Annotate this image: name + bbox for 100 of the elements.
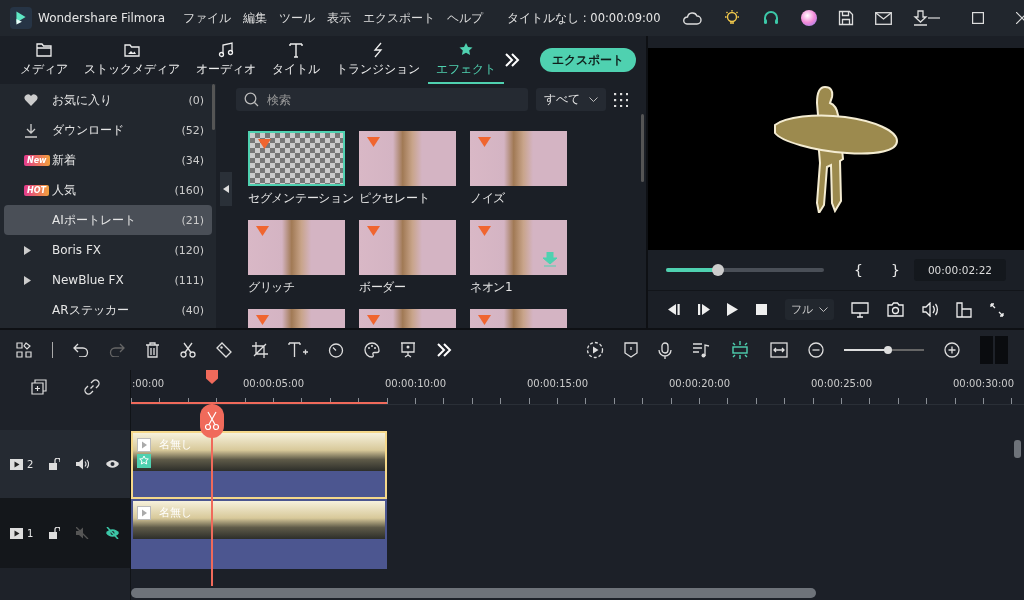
eye-icon[interactable] xyxy=(105,458,120,470)
tab[interactable]: オーディオ xyxy=(188,36,264,84)
lock-icon[interactable] xyxy=(49,527,61,539)
volume-icon[interactable] xyxy=(921,302,939,317)
diamond-icon xyxy=(478,137,491,147)
muted-speaker-icon[interactable] xyxy=(76,527,90,539)
clip-title: 名無し xyxy=(159,437,192,452)
collapse-panel-button[interactable] xyxy=(220,172,232,206)
cloud-icon[interactable] xyxy=(682,11,703,25)
sidebar-item[interactable]: ARステッカー (40) xyxy=(4,295,212,325)
mark-out-button[interactable]: } xyxy=(891,262,900,278)
menu-item[interactable]: ヘルプ xyxy=(447,10,484,26)
tag-icon[interactable] xyxy=(216,342,232,358)
link-icon[interactable] xyxy=(83,379,100,395)
effect-name: セグメンテーション xyxy=(248,190,354,207)
speaker-icon[interactable] xyxy=(76,458,90,470)
double-chevron-icon[interactable] xyxy=(436,343,452,357)
save-icon[interactable] xyxy=(838,10,855,26)
render-preview-icon[interactable] xyxy=(586,341,604,359)
clip-title: 名無し xyxy=(159,505,192,520)
next-frame-icon[interactable] xyxy=(697,304,710,315)
double-chevron-icon[interactable] xyxy=(504,53,520,67)
display-icon[interactable] xyxy=(851,301,870,318)
menu-item[interactable]: エクスポート xyxy=(363,10,436,26)
filter-dropdown[interactable]: すべて xyxy=(536,88,606,111)
effect-thumbnail[interactable] xyxy=(359,131,456,186)
download-icon[interactable] xyxy=(913,10,929,26)
expand-arrow-icon[interactable] xyxy=(24,245,31,255)
effect-thumbnail[interactable] xyxy=(470,131,567,186)
playhead-marker[interactable] xyxy=(206,370,218,384)
sidebar-item[interactable]: NewBlue FX (111) xyxy=(4,265,212,295)
sidebar-item[interactable]: HOT 人気 (160) xyxy=(4,175,212,205)
category-label: ARステッカー xyxy=(52,301,130,319)
trash-icon[interactable] xyxy=(145,342,160,358)
hidden-eye-icon[interactable] xyxy=(105,527,120,539)
scrollbar[interactable] xyxy=(641,114,645,182)
tab[interactable]: ストックメディア xyxy=(76,36,188,84)
diamond-icon xyxy=(367,226,380,236)
mail-icon[interactable] xyxy=(875,11,893,25)
speed-icon[interactable] xyxy=(328,342,344,358)
zoom-out-icon[interactable] xyxy=(808,342,824,358)
sidebar-item[interactable]: Boris FX (120) xyxy=(4,235,212,265)
sidebar-item[interactable]: AIポートレート (21) xyxy=(4,205,212,235)
fullscreen-icon[interactable] xyxy=(990,302,1004,317)
scrollbar[interactable] xyxy=(212,84,215,130)
layout-icon[interactable] xyxy=(16,342,32,358)
music-list-icon[interactable] xyxy=(692,342,710,358)
slider-thumb[interactable] xyxy=(712,264,725,276)
scissors-icon[interactable] xyxy=(180,342,196,358)
headset-icon[interactable] xyxy=(762,9,781,27)
tab[interactable]: タイトル xyxy=(264,36,328,84)
lock-icon[interactable] xyxy=(49,458,61,470)
avatar[interactable] xyxy=(801,10,818,26)
add-track-icon[interactable] xyxy=(30,379,47,395)
menu-item[interactable]: 表示 xyxy=(327,10,352,26)
effect-name: グリッチ xyxy=(248,279,295,296)
redo-icon[interactable] xyxy=(109,343,125,357)
effect-thumbnail[interactable] xyxy=(248,220,345,275)
palette-icon[interactable] xyxy=(364,342,380,358)
playhead[interactable] xyxy=(200,404,224,586)
fit-width-icon[interactable] xyxy=(770,342,788,358)
sidebar-item[interactable]: New 新着 (34) xyxy=(4,145,212,175)
light-bulb-icon[interactable] xyxy=(723,9,742,27)
effect-thumbnail[interactable] xyxy=(248,131,345,186)
mark-in-button[interactable]: { xyxy=(854,262,863,278)
camera-icon[interactable] xyxy=(887,302,905,317)
crop-icon[interactable] xyxy=(252,342,268,358)
category-label: お気に入り xyxy=(52,91,113,109)
quality-dropdown[interactable]: フル xyxy=(784,299,834,320)
search-field[interactable]: 検索 xyxy=(236,88,528,111)
play-icon[interactable] xyxy=(727,303,739,316)
scrollbar[interactable] xyxy=(131,588,816,598)
tab[interactable]: メディア xyxy=(12,36,76,84)
effect-thumbnail[interactable] xyxy=(470,220,567,275)
microphone-icon[interactable] xyxy=(658,341,672,359)
menu-item[interactable]: ツール xyxy=(279,10,316,26)
presentation-icon[interactable] xyxy=(400,342,416,358)
scrollbar[interactable] xyxy=(1014,440,1021,458)
marker-icon[interactable] xyxy=(624,342,638,358)
maximize-icon[interactable] xyxy=(972,12,985,24)
sidebar-item[interactable]: ダウンロード (52) xyxy=(4,115,212,145)
aspect-ratio-icon[interactable] xyxy=(956,301,973,318)
menu-item[interactable]: 編集 xyxy=(243,10,268,26)
expand-arrow-icon[interactable] xyxy=(24,275,31,285)
effect-thumbnail[interactable] xyxy=(359,220,456,275)
diamond-icon xyxy=(256,226,269,236)
undo-icon[interactable] xyxy=(73,343,89,357)
add-text-icon[interactable] xyxy=(288,342,308,358)
chevron-down-icon xyxy=(818,307,828,312)
slider-thumb[interactable] xyxy=(884,346,892,354)
export-button[interactable]: エクスポート xyxy=(540,48,636,72)
sidebar-item[interactable]: お気に入り (0) xyxy=(4,85,212,115)
minimize-icon[interactable] xyxy=(928,17,941,19)
stop-icon[interactable] xyxy=(756,304,768,315)
zoom-in-icon[interactable] xyxy=(944,342,960,358)
tab[interactable]: トランジション xyxy=(328,36,428,84)
snap-icon[interactable] xyxy=(730,341,750,359)
grid-view-icon[interactable] xyxy=(614,92,628,107)
menu-item[interactable]: ファイル xyxy=(183,10,232,26)
previous-frame-icon[interactable] xyxy=(668,304,681,315)
